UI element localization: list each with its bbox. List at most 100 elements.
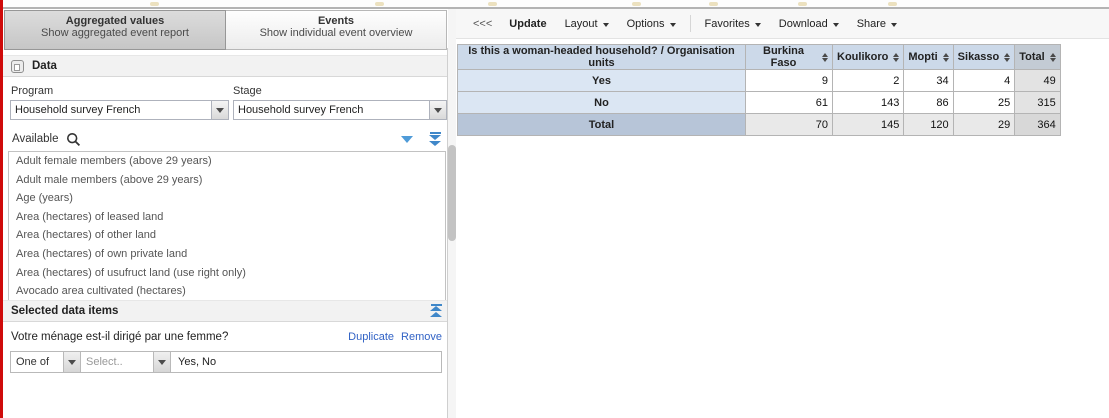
tab-title: Events bbox=[226, 15, 446, 27]
list-item[interactable]: Area (hectares) of leased land bbox=[9, 208, 445, 227]
chevron-down-icon bbox=[434, 108, 442, 113]
program-select-value: Household survey French bbox=[11, 101, 211, 119]
stage-select[interactable]: Household survey French bbox=[233, 100, 447, 120]
center-panel: <<< Update Layout Options Favorites Down… bbox=[456, 9, 1109, 418]
report-type-tabs: Aggregated values Show aggregated event … bbox=[4, 10, 447, 50]
collapse-west-button[interactable]: <<< bbox=[465, 14, 500, 34]
dropdown-arrow-icon bbox=[833, 23, 839, 27]
top-strip-artifact bbox=[375, 2, 384, 6]
download-button[interactable]: Download bbox=[770, 14, 848, 34]
top-strip-artifact bbox=[709, 2, 718, 6]
table-cell-total: 29 bbox=[953, 114, 1015, 136]
available-items-header: Available bbox=[3, 128, 450, 150]
west-panel-scrollbar[interactable] bbox=[448, 9, 456, 418]
chevron-down-icon bbox=[68, 360, 76, 365]
table-row: No 61 143 86 25 315 bbox=[458, 92, 1061, 114]
west-panel: Aggregated values Show aggregated event … bbox=[3, 9, 448, 418]
list-item[interactable]: Adult male members (above 29 years) bbox=[9, 171, 445, 190]
table-cell-grand-total: 364 bbox=[1015, 114, 1060, 136]
sort-icon[interactable] bbox=[1050, 53, 1056, 62]
list-item[interactable]: Avocado area cultivated (hectares) bbox=[9, 282, 445, 301]
table-cell-total: 49 bbox=[1015, 70, 1060, 92]
available-items-list: Adult female members (above 29 years) Ad… bbox=[8, 151, 446, 301]
favorites-button[interactable]: Favorites bbox=[696, 14, 770, 34]
list-item[interactable]: Area (hectares) of other land bbox=[9, 226, 445, 245]
operator-value: One of bbox=[11, 352, 63, 372]
data-section-title: Data bbox=[32, 60, 57, 72]
top-strip-artifact bbox=[488, 2, 497, 6]
column-header-koulikoro[interactable]: Koulikoro bbox=[833, 45, 904, 70]
column-header-burkina-faso[interactable]: Burkina Faso bbox=[746, 45, 833, 70]
left-red-edge bbox=[0, 0, 3, 418]
data-accordion-header[interactable]: Data bbox=[3, 55, 450, 77]
row-label-total: Total bbox=[458, 114, 746, 136]
program-select[interactable]: Household survey French bbox=[10, 100, 229, 120]
remove-link[interactable]: Remove bbox=[401, 331, 442, 343]
layout-label: Layout bbox=[565, 18, 598, 30]
dropdown-arrow-icon bbox=[603, 23, 609, 27]
column-label: Total bbox=[1019, 51, 1044, 63]
program-label: Program bbox=[11, 85, 53, 97]
chevron-down-icon bbox=[158, 360, 166, 365]
list-item[interactable]: Age (years) bbox=[9, 189, 445, 208]
dropdown-arrow-icon bbox=[891, 23, 897, 27]
share-button[interactable]: Share bbox=[848, 14, 906, 34]
pivot-table: Is this a woman-headed household? / Orga… bbox=[457, 44, 1061, 136]
list-item[interactable]: Area (hectares) of own private land bbox=[9, 245, 445, 264]
value-select-trigger[interactable] bbox=[153, 352, 170, 372]
table-cell: 61 bbox=[746, 92, 833, 114]
duplicate-link[interactable]: Duplicate bbox=[348, 331, 394, 343]
selected-title: Selected data items bbox=[11, 305, 118, 317]
move-all-up-icon[interactable] bbox=[430, 304, 442, 318]
top-strip-artifact bbox=[632, 2, 641, 6]
tab-events[interactable]: Events Show individual event overview bbox=[226, 10, 447, 50]
report-toolbar: <<< Update Layout Options Favorites Down… bbox=[456, 9, 1109, 39]
sort-icon[interactable] bbox=[1004, 53, 1010, 62]
table-cell-total: 70 bbox=[746, 114, 833, 136]
options-button[interactable]: Options bbox=[618, 14, 685, 34]
operator-select-trigger[interactable] bbox=[63, 352, 80, 372]
table-total-row: Total 70 145 120 29 364 bbox=[458, 114, 1061, 136]
move-all-down-icon[interactable] bbox=[429, 132, 441, 146]
selected-data-items-header: Selected data items bbox=[3, 300, 450, 322]
scrollbar-thumb[interactable] bbox=[448, 145, 456, 241]
update-button[interactable]: Update bbox=[500, 14, 555, 34]
download-label: Download bbox=[779, 18, 828, 30]
filter-selected-values: Yes, No bbox=[171, 352, 216, 372]
available-title: Available bbox=[12, 133, 58, 145]
sort-icon[interactable] bbox=[943, 53, 949, 62]
dropdown-arrow-icon bbox=[755, 23, 761, 27]
options-label: Options bbox=[627, 18, 665, 30]
stage-select-trigger[interactable] bbox=[429, 101, 446, 119]
share-label: Share bbox=[857, 18, 886, 30]
list-item[interactable]: Area (hectares) of usufruct land (use ri… bbox=[9, 264, 445, 283]
table-cell: 34 bbox=[904, 70, 953, 92]
table-cell: 143 bbox=[833, 92, 904, 114]
favorites-label: Favorites bbox=[705, 18, 750, 30]
operator-select[interactable]: One of bbox=[11, 352, 81, 372]
data-section-icon bbox=[11, 60, 24, 73]
row-label: Yes bbox=[458, 70, 746, 92]
chevron-down-icon bbox=[216, 108, 224, 113]
table-cell: 86 bbox=[904, 92, 953, 114]
sort-icon[interactable] bbox=[893, 53, 899, 62]
sort-icon[interactable] bbox=[822, 53, 828, 62]
toolbar-separator bbox=[690, 15, 691, 32]
table-cell: 2 bbox=[833, 70, 904, 92]
top-strip-artifact bbox=[150, 2, 159, 6]
search-icon[interactable] bbox=[66, 132, 81, 147]
layout-button[interactable]: Layout bbox=[556, 14, 618, 34]
table-row: Yes 9 2 34 4 49 bbox=[458, 70, 1061, 92]
value-select[interactable]: Select.. bbox=[81, 352, 171, 372]
column-header-mopti[interactable]: Mopti bbox=[904, 45, 953, 70]
corner-header: Is this a woman-headed household? / Orga… bbox=[458, 45, 746, 70]
column-header-sikasso[interactable]: Sikasso bbox=[953, 45, 1015, 70]
table-cell-total: 315 bbox=[1015, 92, 1060, 114]
column-label: Koulikoro bbox=[837, 51, 888, 63]
tab-aggregated-values[interactable]: Aggregated values Show aggregated event … bbox=[4, 10, 226, 50]
column-header-total[interactable]: Total bbox=[1015, 45, 1060, 70]
list-item[interactable]: Adult female members (above 29 years) bbox=[9, 152, 445, 171]
program-select-trigger[interactable] bbox=[211, 101, 228, 119]
table-cell-total: 145 bbox=[833, 114, 904, 136]
move-selected-down-icon[interactable] bbox=[401, 136, 413, 143]
